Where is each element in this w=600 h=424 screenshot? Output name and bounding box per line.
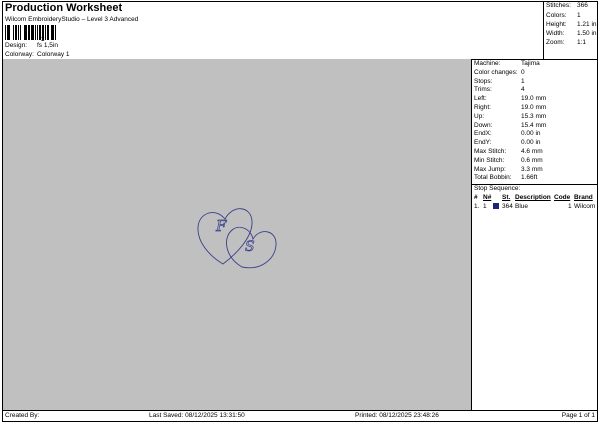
detail-label: Stops:	[474, 77, 493, 85]
detail-row: Down: 15.4 mm	[474, 122, 546, 129]
zoom-label: Zoom:	[546, 39, 565, 46]
col-description: Description	[515, 194, 551, 201]
detail-row: EndY: 0.00 in	[474, 139, 541, 146]
col-code: Code	[554, 194, 571, 201]
detail-value: 0	[521, 68, 525, 76]
detail-row: Total Bobbin: 1.66ft	[474, 174, 537, 181]
detail-label: Trims:	[474, 86, 492, 94]
software-name: Wilcom EmbroideryStudio – Level 3 Advanc…	[5, 16, 139, 23]
detail-row: EndX: 0.00 in	[474, 130, 541, 137]
detail-row: Stops: 1	[474, 78, 525, 85]
design-label: Design:	[5, 42, 28, 49]
col-st: St.	[502, 194, 511, 201]
col-n: N#	[483, 194, 492, 201]
detail-value: 1	[521, 77, 525, 85]
machine-details-panel: Machine: Tajima Color changes: 0 Stops: 1 Trim…	[472, 59, 598, 410]
width-row: Width: 1.50 in	[546, 30, 597, 37]
col-brand: Brand	[574, 194, 593, 201]
detail-row: Trims: 4	[474, 86, 525, 93]
detail-value: 1.66ft	[521, 174, 538, 182]
detail-row: Left: 19.0 mm	[474, 95, 546, 102]
detail-value: 19.0 mm	[521, 104, 547, 111]
detail-value: 0.00 in	[521, 130, 541, 138]
detail-label: Up:	[474, 112, 485, 120]
colors-label: Colors:	[546, 12, 567, 19]
row-st: 364	[502, 203, 513, 210]
detail-value: Tajima	[521, 60, 540, 67]
height-label: Height:	[546, 21, 567, 28]
colorway-label: Colorway:	[5, 51, 34, 58]
monogram-letter-s: S	[245, 239, 255, 255]
detail-row: Max Stitch: 4.6 mm	[474, 148, 543, 155]
zoom-value: 1:1	[577, 39, 587, 46]
detail-label: Color changes:	[474, 68, 518, 76]
row-description: Blue	[515, 203, 529, 210]
height-value: 1.21 in	[577, 21, 597, 28]
colorway-row: Colorway: Colorway 1	[5, 51, 70, 58]
detail-value: 0.6 mm	[521, 156, 543, 164]
stitches-label: Stitches:	[546, 2, 571, 9]
created-by: Created By:	[5, 412, 40, 419]
row-num: 1.	[474, 203, 480, 210]
detail-value: 4	[521, 86, 525, 94]
thread-color-swatch	[493, 203, 499, 209]
col-num: #	[474, 194, 478, 201]
detail-value: 4.6 mm	[521, 148, 543, 155]
design-value: fs 1,5in	[37, 42, 58, 49]
colors-value: 1	[577, 12, 581, 19]
detail-row: Up: 15.3 mm	[474, 113, 546, 120]
colorway-value: Colorway 1	[37, 51, 70, 58]
width-value: 1.50 in	[577, 30, 597, 37]
height-row: Height: 1.21 in	[546, 21, 597, 28]
stop-sequence-row[interactable]: 1. 1 364 Blue 1 Wilcom	[472, 203, 598, 212]
detail-row: Min Stitch: 0.6 mm	[474, 157, 543, 164]
detail-row: Machine: Tajima	[474, 60, 540, 67]
detail-row: Right: 19.0 mm	[474, 104, 546, 111]
detail-label: Total Bobbin:	[474, 174, 512, 182]
row-code: 1	[568, 203, 572, 210]
detail-label: Max Stitch:	[474, 148, 507, 155]
colors-row: Colors: 1	[546, 12, 581, 19]
printed-date: Printed: 08/12/2025 23:48:26	[355, 412, 439, 419]
detail-label: Left:	[474, 95, 487, 103]
worksheet-title: Production Worksheet	[5, 2, 123, 14]
detail-label: Max Jump:	[474, 165, 506, 173]
row-brand: Wilcom	[574, 203, 596, 210]
worksheet-footer: Created By: Last Saved: 08/12/2025 13:31…	[3, 411, 597, 421]
stitches-value: 366	[577, 2, 588, 9]
detail-value: 15.3 mm	[521, 112, 547, 120]
summary-box: Stitches: 366 Colors: 1 Height: 1.21 in Wid…	[543, 1, 598, 59]
design-name-row: Design: fs 1,5in	[5, 42, 58, 49]
stop-sequence-title: Stop Sequence:	[474, 185, 521, 192]
embroidery-design: F S	[197, 208, 277, 269]
detail-value: 0.00 in	[521, 139, 541, 147]
detail-row: Max Jump: 3.3 mm	[474, 166, 543, 173]
detail-label: EndX:	[474, 130, 492, 138]
detail-value: 3.3 mm	[521, 165, 543, 173]
width-label: Width:	[546, 30, 565, 37]
detail-label: EndY:	[474, 139, 492, 147]
stop-sequence-header: # N# St. Description Code Brand	[472, 194, 598, 203]
detail-label: Down:	[474, 121, 493, 129]
last-saved: Last Saved: 08/12/2025 13:31:50	[149, 412, 245, 419]
page-number: Page 1 of 1	[561, 412, 595, 419]
stitches-row: Stitches: 366	[546, 2, 588, 9]
design-barcode	[5, 25, 59, 40]
detail-value: 15.4 mm	[521, 121, 547, 129]
detail-label: Right:	[474, 104, 491, 111]
zoom-row: Zoom: 1:1	[546, 39, 586, 46]
design-preview-canvas[interactable]: F S	[3, 59, 471, 410]
monogram-letter-f: F	[215, 217, 227, 235]
detail-label: Min Stitch:	[474, 156, 505, 164]
detail-row: Color changes: 0	[474, 69, 525, 76]
detail-label: Machine:	[474, 60, 501, 67]
row-n: 1	[483, 203, 487, 210]
detail-value: 19.0 mm	[521, 95, 547, 103]
